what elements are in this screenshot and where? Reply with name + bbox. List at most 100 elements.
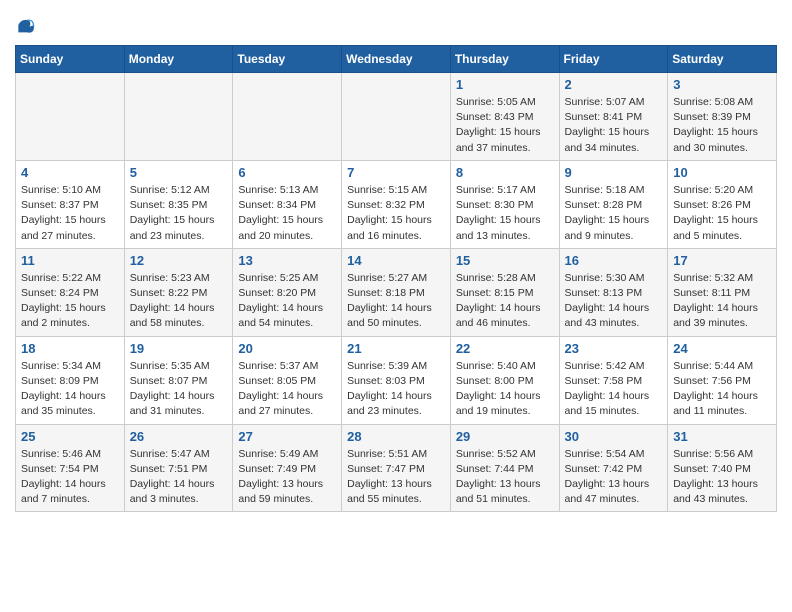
day-info: Sunrise: 5:23 AM Sunset: 8:22 PM Dayligh… xyxy=(130,271,228,332)
day-number: 14 xyxy=(347,253,445,268)
day-number: 21 xyxy=(347,341,445,356)
day-info: Sunrise: 5:42 AM Sunset: 7:58 PM Dayligh… xyxy=(565,359,663,420)
day-info: Sunrise: 5:39 AM Sunset: 8:03 PM Dayligh… xyxy=(347,359,445,420)
day-number: 28 xyxy=(347,429,445,444)
calendar-cell: 24Sunrise: 5:44 AM Sunset: 7:56 PM Dayli… xyxy=(668,336,777,424)
day-info: Sunrise: 5:05 AM Sunset: 8:43 PM Dayligh… xyxy=(456,95,554,156)
day-info: Sunrise: 5:28 AM Sunset: 8:15 PM Dayligh… xyxy=(456,271,554,332)
day-info: Sunrise: 5:34 AM Sunset: 8:09 PM Dayligh… xyxy=(21,359,119,420)
calendar-cell: 9 Sunrise: 5:18 AM Sunset: 8:28 PM Daylig… xyxy=(559,160,668,248)
day-number: 22 xyxy=(456,341,554,356)
calendar-cell: 8 Sunrise: 5:17 AM Sunset: 8:30 PM Daylig… xyxy=(450,160,559,248)
day-number: 15 xyxy=(456,253,554,268)
day-number: 20 xyxy=(238,341,336,356)
calendar-cell: 3 Sunrise: 5:08 AM Sunset: 8:39 PM Daylig… xyxy=(668,73,777,161)
logo xyxy=(15,15,39,35)
day-number: 31 xyxy=(673,429,771,444)
calendar-cell: 26Sunrise: 5:47 AM Sunset: 7:51 PM Dayli… xyxy=(124,424,233,512)
day-number: 25 xyxy=(21,429,119,444)
calendar-cell: 27Sunrise: 5:49 AM Sunset: 7:49 PM Dayli… xyxy=(233,424,342,512)
day-number: 1 xyxy=(456,77,554,92)
calendar-cell: 23 Sunrise: 5:42 AM Sunset: 7:58 PM Dayli… xyxy=(559,336,668,424)
column-header-saturday: Saturday xyxy=(668,46,777,73)
day-info: Sunrise: 5:27 AM Sunset: 8:18 PM Dayligh… xyxy=(347,271,445,332)
day-info: Sunrise: 5:52 AM Sunset: 7:44 PM Dayligh… xyxy=(456,447,554,508)
day-info: Sunrise: 5:25 AM Sunset: 8:20 PM Dayligh… xyxy=(238,271,336,332)
day-number: 7 xyxy=(347,165,445,180)
day-info: Sunrise: 5:08 AM Sunset: 8:39 PM Dayligh… xyxy=(673,95,771,156)
day-number: 18 xyxy=(21,341,119,356)
calendar-week-row: 11 Sunrise: 5:22 AM Sunset: 8:24 PM Dayli… xyxy=(16,248,777,336)
calendar-cell: 7 Sunrise: 5:15 AM Sunset: 8:32 PM Daylig… xyxy=(342,160,451,248)
calendar-cell: 21 Sunrise: 5:39 AM Sunset: 8:03 PM Dayli… xyxy=(342,336,451,424)
calendar-week-row: 25 Sunrise: 5:46 AM Sunset: 7:54 PM Dayli… xyxy=(16,424,777,512)
column-header-tuesday: Tuesday xyxy=(233,46,342,73)
calendar-cell: 22 Sunrise: 5:40 AM Sunset: 8:00 PM Dayli… xyxy=(450,336,559,424)
column-header-thursday: Thursday xyxy=(450,46,559,73)
calendar-cell: 12 Sunrise: 5:23 AM Sunset: 8:22 PM Dayli… xyxy=(124,248,233,336)
calendar-cell xyxy=(342,73,451,161)
column-header-wednesday: Wednesday xyxy=(342,46,451,73)
day-number: 16 xyxy=(565,253,663,268)
day-number: 4 xyxy=(21,165,119,180)
page-header xyxy=(15,15,777,35)
day-number: 19 xyxy=(130,341,228,356)
calendar-cell: 10Sunrise: 5:20 AM Sunset: 8:26 PM Dayli… xyxy=(668,160,777,248)
day-info: Sunrise: 5:40 AM Sunset: 8:00 PM Dayligh… xyxy=(456,359,554,420)
day-info: Sunrise: 5:56 AM Sunset: 7:40 PM Dayligh… xyxy=(673,447,771,508)
day-number: 13 xyxy=(238,253,336,268)
calendar-cell xyxy=(124,73,233,161)
day-number: 9 xyxy=(565,165,663,180)
column-header-sunday: Sunday xyxy=(16,46,125,73)
day-number: 29 xyxy=(456,429,554,444)
day-info: Sunrise: 5:37 AM Sunset: 8:05 PM Dayligh… xyxy=(238,359,336,420)
calendar-week-row: 1 Sunrise: 5:05 AM Sunset: 8:43 PM Daylig… xyxy=(16,73,777,161)
calendar-header-row: SundayMondayTuesdayWednesdayThursdayFrid… xyxy=(16,46,777,73)
calendar-cell: 6Sunrise: 5:13 AM Sunset: 8:34 PM Daylig… xyxy=(233,160,342,248)
day-number: 24 xyxy=(673,341,771,356)
calendar-cell: 2 Sunrise: 5:07 AM Sunset: 8:41 PM Daylig… xyxy=(559,73,668,161)
day-number: 11 xyxy=(21,253,119,268)
calendar-cell: 14 Sunrise: 5:27 AM Sunset: 8:18 PM Dayli… xyxy=(342,248,451,336)
calendar-cell: 4 Sunrise: 5:10 AM Sunset: 8:37 PM Daylig… xyxy=(16,160,125,248)
day-number: 6 xyxy=(238,165,336,180)
day-info: Sunrise: 5:51 AM Sunset: 7:47 PM Dayligh… xyxy=(347,447,445,508)
calendar-week-row: 18 Sunrise: 5:34 AM Sunset: 8:09 PM Dayli… xyxy=(16,336,777,424)
day-info: Sunrise: 5:30 AM Sunset: 8:13 PM Dayligh… xyxy=(565,271,663,332)
day-number: 30 xyxy=(565,429,663,444)
day-number: 27 xyxy=(238,429,336,444)
day-number: 2 xyxy=(565,77,663,92)
day-number: 8 xyxy=(456,165,554,180)
day-number: 12 xyxy=(130,253,228,268)
calendar-cell: 25 Sunrise: 5:46 AM Sunset: 7:54 PM Dayli… xyxy=(16,424,125,512)
day-number: 17 xyxy=(673,253,771,268)
day-info: Sunrise: 5:17 AM Sunset: 8:30 PM Dayligh… xyxy=(456,183,554,244)
day-info: Sunrise: 5:18 AM Sunset: 8:28 PM Dayligh… xyxy=(565,183,663,244)
calendar-cell xyxy=(233,73,342,161)
calendar-cell: 17Sunrise: 5:32 AM Sunset: 8:11 PM Dayli… xyxy=(668,248,777,336)
calendar-cell: 18 Sunrise: 5:34 AM Sunset: 8:09 PM Dayli… xyxy=(16,336,125,424)
calendar-cell xyxy=(16,73,125,161)
day-info: Sunrise: 5:15 AM Sunset: 8:32 PM Dayligh… xyxy=(347,183,445,244)
day-number: 3 xyxy=(673,77,771,92)
day-number: 10 xyxy=(673,165,771,180)
calendar-cell: 19Sunrise: 5:35 AM Sunset: 8:07 PM Dayli… xyxy=(124,336,233,424)
calendar-cell: 13 Sunrise: 5:25 AM Sunset: 8:20 PM Dayli… xyxy=(233,248,342,336)
day-info: Sunrise: 5:22 AM Sunset: 8:24 PM Dayligh… xyxy=(21,271,119,332)
calendar-cell: 16 Sunrise: 5:30 AM Sunset: 8:13 PM Dayli… xyxy=(559,248,668,336)
logo-icon xyxy=(15,15,35,35)
calendar-table: SundayMondayTuesdayWednesdayThursdayFrid… xyxy=(15,45,777,512)
day-number: 23 xyxy=(565,341,663,356)
calendar-cell: 29 Sunrise: 5:52 AM Sunset: 7:44 PM Dayli… xyxy=(450,424,559,512)
calendar-cell: 11 Sunrise: 5:22 AM Sunset: 8:24 PM Dayli… xyxy=(16,248,125,336)
day-info: Sunrise: 5:46 AM Sunset: 7:54 PM Dayligh… xyxy=(21,447,119,508)
day-info: Sunrise: 5:07 AM Sunset: 8:41 PM Dayligh… xyxy=(565,95,663,156)
column-header-monday: Monday xyxy=(124,46,233,73)
day-info: Sunrise: 5:10 AM Sunset: 8:37 PM Dayligh… xyxy=(21,183,119,244)
column-header-friday: Friday xyxy=(559,46,668,73)
day-info: Sunrise: 5:54 AM Sunset: 7:42 PM Dayligh… xyxy=(565,447,663,508)
day-info: Sunrise: 5:47 AM Sunset: 7:51 PM Dayligh… xyxy=(130,447,228,508)
calendar-week-row: 4 Sunrise: 5:10 AM Sunset: 8:37 PM Daylig… xyxy=(16,160,777,248)
day-info: Sunrise: 5:12 AM Sunset: 8:35 PM Dayligh… xyxy=(130,183,228,244)
calendar-cell: 28 Sunrise: 5:51 AM Sunset: 7:47 PM Dayli… xyxy=(342,424,451,512)
